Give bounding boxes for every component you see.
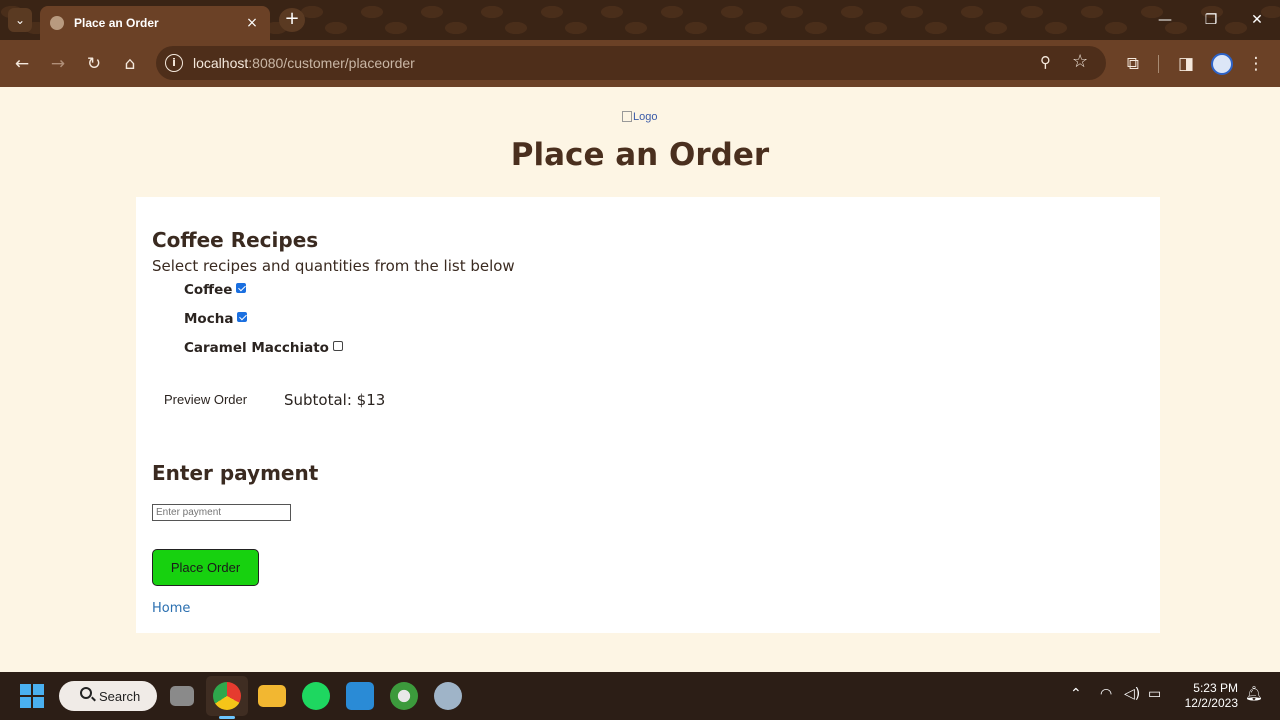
window-close-icon[interactable]: ✕ xyxy=(1234,0,1280,40)
subtotal-text: Subtotal: $13 xyxy=(284,391,386,409)
payment-input[interactable] xyxy=(152,504,291,521)
place-order-button[interactable]: Place Order xyxy=(152,549,259,586)
browser-tab-active[interactable]: Place an Order × xyxy=(40,6,270,40)
bookmark-star-icon[interactable]: ☆ xyxy=(1072,51,1088,72)
order-form-card: Coffee Recipes Select recipes and quanti… xyxy=(136,197,1160,633)
clock-date: 12/2/2023 xyxy=(1184,696,1238,710)
more-menu-icon[interactable]: ⋮ xyxy=(1243,51,1269,77)
recipe-label: Caramel Macchiato xyxy=(184,340,329,356)
recipe-label: Mocha xyxy=(184,311,234,327)
clock-time: 5:23 PM xyxy=(1193,681,1238,695)
recipe-checkbox-caramel-macchiato[interactable] xyxy=(332,341,343,351)
taskbar-search-label: Search xyxy=(99,688,141,704)
chrome-icon[interactable] xyxy=(213,682,241,710)
minimize-icon[interactable]: — xyxy=(1142,0,1188,40)
new-tab-button[interactable]: + xyxy=(279,8,305,32)
url-host: localhost xyxy=(193,55,249,71)
browser-titlebar: ⌄ Place an Order × + — ❐ ✕ xyxy=(0,0,1280,40)
file-explorer-icon[interactable] xyxy=(258,685,286,707)
broken-image-icon xyxy=(622,111,632,122)
url-path: :8080/customer/placeorder xyxy=(248,55,415,71)
chrome-running-indicator xyxy=(219,716,235,719)
home-link[interactable]: Home xyxy=(152,601,190,616)
recipe-checkbox-coffee[interactable] xyxy=(236,283,247,293)
wifi-icon[interactable]: ◠ xyxy=(1100,686,1112,702)
page-title: Place an Order xyxy=(510,137,770,173)
forward-arrow-icon[interactable]: → xyxy=(45,51,71,77)
reload-icon[interactable]: ↻ xyxy=(81,51,107,77)
taskbar-clock[interactable]: 5:23 PM 12/2/2023 xyxy=(1170,681,1238,711)
payment-heading: Enter payment xyxy=(152,461,319,485)
browser-toolbar: ← → ↻ ⌂ i localhost:8080/customer/placeo… xyxy=(0,40,1280,87)
settings-gear-icon[interactable] xyxy=(434,682,462,710)
show-hidden-icons-chevron-icon[interactable]: ⌃ xyxy=(1070,686,1082,702)
recipe-label: Coffee xyxy=(184,282,233,298)
back-arrow-icon[interactable]: ← xyxy=(9,51,35,77)
windows-start-icon[interactable] xyxy=(20,684,44,708)
battery-icon[interactable]: ▭ xyxy=(1148,686,1161,702)
tab-search-chevron-icon[interactable]: ⌄ xyxy=(8,8,32,32)
tab-close-icon[interactable]: × xyxy=(244,15,260,31)
recipe-option-caramel-macchiato[interactable]: Caramel Macchiato xyxy=(184,340,343,356)
search-icon xyxy=(80,687,92,699)
tab-title: Place an Order xyxy=(74,16,159,30)
spotify-icon[interactable] xyxy=(302,682,330,710)
address-bar[interactable]: i localhost:8080/customer/placeorder ⚲ ☆ xyxy=(156,46,1106,80)
preview-order-button[interactable]: Preview Order xyxy=(164,392,247,407)
tab-favicon-icon xyxy=(50,16,64,30)
recipe-option-mocha[interactable]: Mocha xyxy=(184,311,248,327)
side-panel-icon[interactable]: ◨ xyxy=(1173,51,1199,77)
restore-icon[interactable]: ❐ xyxy=(1188,0,1234,40)
taskbar-search[interactable]: Search xyxy=(59,681,157,711)
extensions-puzzle-icon[interactable]: ⧉ xyxy=(1120,51,1146,77)
profile-avatar-icon[interactable] xyxy=(1211,53,1233,75)
zoom-magnifier-icon[interactable]: ⚲ xyxy=(1040,53,1051,71)
recipe-option-coffee[interactable]: Coffee xyxy=(184,282,247,298)
address-url[interactable]: localhost:8080/customer/placeorder xyxy=(193,55,415,71)
home-icon[interactable]: ⌂ xyxy=(117,51,143,77)
notification-bell-icon[interactable]: 🔔︎ xyxy=(1245,686,1263,702)
logo-image: Logo xyxy=(622,111,657,123)
vscode-icon[interactable] xyxy=(346,682,374,710)
logo-alt-text: Logo xyxy=(633,111,658,123)
volume-icon[interactable]: ◁) xyxy=(1124,686,1140,702)
recipes-instructions: Select recipes and quantities from the l… xyxy=(152,257,515,275)
xbox-icon[interactable] xyxy=(390,682,418,710)
recipe-checkbox-mocha[interactable] xyxy=(237,312,248,322)
recipes-heading: Coffee Recipes xyxy=(152,228,319,252)
site-info-icon[interactable]: i xyxy=(165,54,183,72)
windows-taskbar: Search ⌃ ◠ ◁) ▭ 5:23 PM 12/2/2023 🔔︎ xyxy=(0,672,1280,720)
toolbar-divider xyxy=(1158,55,1159,73)
task-view-icon[interactable] xyxy=(170,686,194,706)
